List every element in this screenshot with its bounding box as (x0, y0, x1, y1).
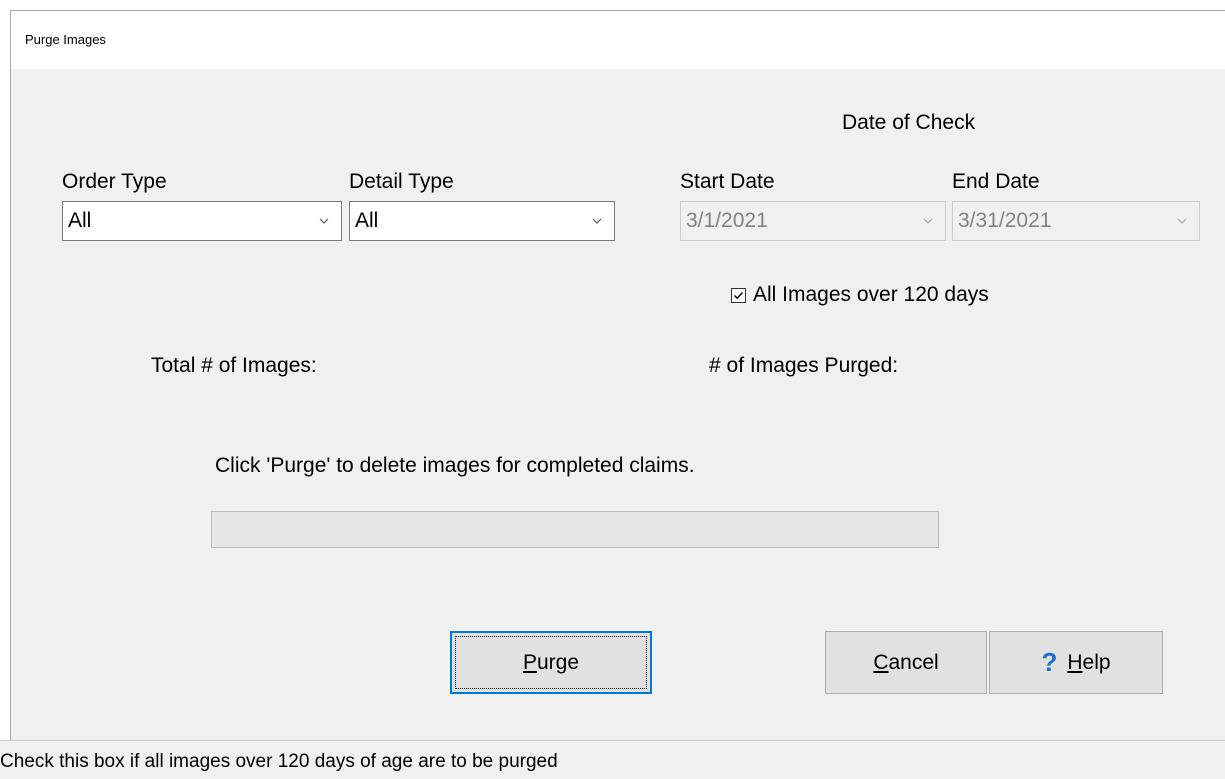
help-button[interactable]: ? Help (989, 631, 1163, 694)
order-type-select[interactable]: All (62, 201, 342, 241)
start-date-picker[interactable]: 3/1/2021 (680, 201, 946, 241)
checkmark-icon (734, 292, 744, 300)
detail-type-value: All (355, 209, 379, 232)
cancel-mnemonic: C (873, 650, 889, 674)
instruction-text: Click 'Purge' to delete images for compl… (215, 454, 695, 477)
all-images-checkbox[interactable] (731, 288, 746, 303)
help-label: elp (1082, 650, 1111, 674)
cancel-button[interactable]: Cancel (825, 631, 987, 694)
chevron-down-icon (592, 218, 602, 224)
question-mark-icon: ? (1041, 647, 1058, 677)
title-bar: Purge Images (11, 11, 1225, 69)
purge-button[interactable]: Purge (450, 631, 652, 694)
purge-images-dialog: Purge Images Date of Check Order Type Al… (10, 10, 1225, 741)
help-mnemonic: H (1067, 650, 1083, 674)
chevron-down-icon (923, 218, 933, 224)
status-bar-text: Check this box if all images over 120 da… (0, 751, 558, 772)
purge-progress-bar (211, 511, 939, 548)
cancel-label: ancel (888, 650, 939, 674)
end-date-value: 3/31/2021 (958, 209, 1052, 232)
end-date-picker[interactable]: 3/31/2021 (952, 201, 1200, 241)
dialog-title: Purge Images (25, 32, 106, 47)
status-bar: Check this box if all images over 120 da… (0, 740, 1225, 779)
chevron-down-icon (1177, 218, 1187, 224)
focus-ring (455, 636, 647, 689)
detail-type-label: Detail Type (349, 170, 454, 193)
chevron-down-icon (319, 218, 329, 224)
all-images-checkbox-label[interactable]: All Images over 120 days (753, 283, 989, 307)
date-of-check-heading: Date of Check (842, 111, 976, 134)
start-date-value: 3/1/2021 (686, 209, 768, 232)
images-purged-label: # of Images Purged: (709, 354, 899, 377)
total-images-label: Total # of Images: (151, 354, 317, 377)
order-type-label: Order Type (62, 170, 167, 193)
start-date-label: Start Date (680, 170, 775, 193)
end-date-label: End Date (952, 170, 1040, 193)
detail-type-select[interactable]: All (349, 201, 615, 241)
order-type-value: All (68, 209, 92, 232)
